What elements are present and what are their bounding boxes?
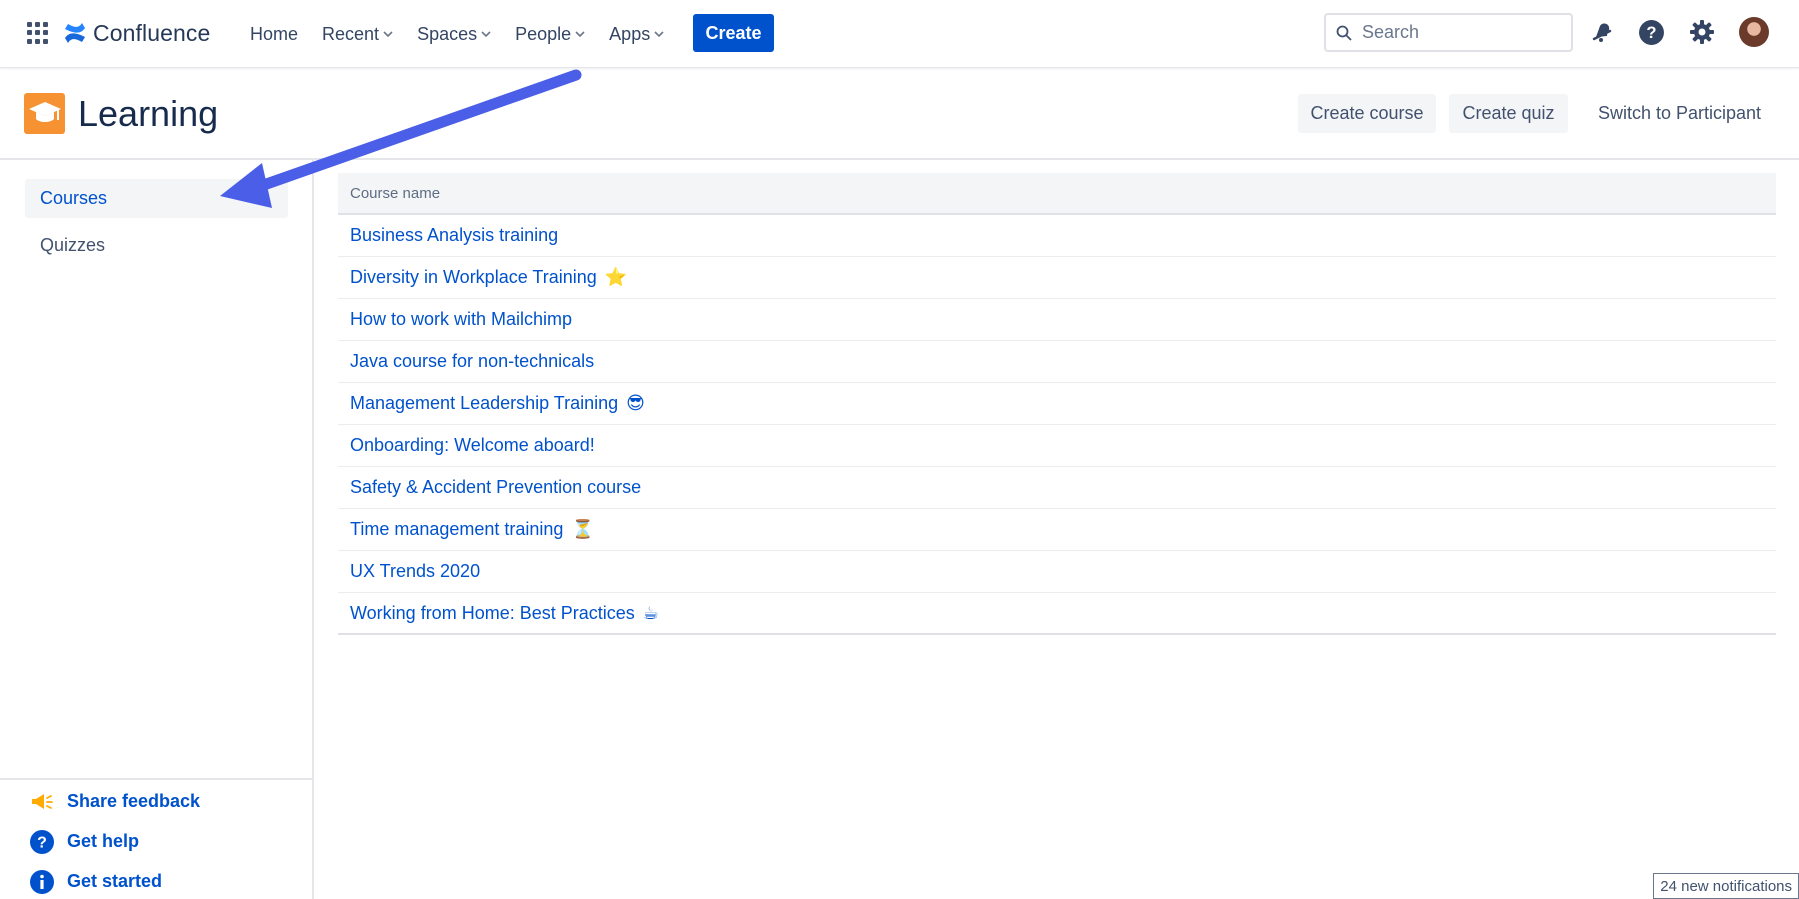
create-course-button[interactable]: Create course <box>1298 94 1436 133</box>
course-link[interactable]: How to work with Mailchimp <box>350 309 572 330</box>
get-help-link[interactable]: ? Get help <box>28 828 139 855</box>
course-name: UX Trends 2020 <box>350 561 481 581</box>
top-navigation: Confluence Home Recent Spaces People App… <box>0 0 1799 68</box>
nav-spaces[interactable]: Spaces <box>405 14 503 54</box>
page-header: Learning Create course Create quiz Switc… <box>0 69 1799 160</box>
table-row: Onboarding: Welcome aboard! <box>338 425 1776 467</box>
app-name: Confluence <box>93 19 211 46</box>
table-row: Working from Home: Best Practices ☕ <box>338 593 1776 635</box>
sunglasses-icon: 😎 <box>626 393 645 414</box>
sidebar-item-courses[interactable]: Courses <box>25 179 288 218</box>
svg-text:?: ? <box>1646 23 1656 42</box>
chevron-down-icon <box>481 31 491 38</box>
help-icon[interactable]: ? <box>1636 17 1666 47</box>
course-name: Management Leadership Training <box>350 393 619 413</box>
search-icon <box>1336 25 1352 41</box>
share-feedback-link[interactable]: Share feedback <box>28 788 200 815</box>
sidebar-footer: Share feedback ? Get help Get started <box>0 778 312 894</box>
table-row: Safety & Accident Prevention course <box>338 467 1776 509</box>
chevron-down-icon <box>383 31 393 38</box>
graduation-cap-icon <box>24 93 65 134</box>
table-row: UX Trends 2020 <box>338 551 1776 593</box>
get-help-label: Get help <box>67 831 140 851</box>
nav-people[interactable]: People <box>503 14 597 54</box>
table-row: Business Analysis training <box>338 215 1776 257</box>
table-row: Management Leadership Training 😎 <box>338 383 1776 425</box>
settings-icon[interactable] <box>1687 17 1717 47</box>
course-name: Working from Home: Best Practices <box>350 602 635 623</box>
app-switcher-icon[interactable] <box>27 22 49 44</box>
column-course-name: Course name <box>350 184 441 202</box>
nav-recent[interactable]: Recent <box>310 14 405 54</box>
course-name: Onboarding: Welcome aboard! <box>350 435 595 455</box>
get-started-label: Get started <box>67 871 163 891</box>
course-link[interactable]: Management Leadership Training 😎 <box>350 393 645 414</box>
courses-table: Course name Business Analysis training D… <box>338 173 1776 635</box>
chevron-down-icon <box>575 31 585 38</box>
megaphone-icon <box>28 788 55 815</box>
coffee-icon: ☕ <box>642 602 659 624</box>
course-link[interactable]: Onboarding: Welcome aboard! <box>350 435 595 456</box>
nav-people-label: People <box>515 23 572 44</box>
create-button[interactable]: Create <box>693 14 774 52</box>
share-feedback-label: Share feedback <box>67 791 201 811</box>
sidebar: Courses Quizzes Share feedback ? Get hel… <box>0 160 314 899</box>
course-link[interactable]: UX Trends 2020 <box>350 561 480 582</box>
help-icon: ? <box>28 828 55 855</box>
table-row: How to work with Mailchimp <box>338 299 1776 341</box>
page-title: Learning <box>78 93 219 134</box>
hourglass-icon: ⏳ <box>571 519 594 540</box>
sidebar-item-quizzes[interactable]: Quizzes <box>25 226 288 265</box>
nav-spaces-label: Spaces <box>417 23 478 44</box>
course-name: Java course for non-technicals <box>350 351 595 371</box>
get-started-link[interactable]: Get started <box>28 868 162 895</box>
course-name: How to work with Mailchimp <box>350 309 573 329</box>
nav-home[interactable]: Home <box>238 14 310 54</box>
table-row: Time management training ⏳ <box>338 509 1776 551</box>
course-name: Time management training <box>350 519 564 539</box>
star-icon: ⭐ <box>604 267 628 288</box>
switch-to-participant-button[interactable]: Switch to Participant <box>1584 94 1775 133</box>
confluence-logo-icon <box>65 23 85 43</box>
course-link[interactable]: Time management training ⏳ <box>350 519 594 540</box>
table-row: Diversity in Workplace Training ⭐ <box>338 257 1776 299</box>
primary-nav: Home Recent Spaces People Apps <box>238 0 676 68</box>
svg-text:?: ? <box>37 834 47 851</box>
nav-apps[interactable]: Apps <box>597 14 676 54</box>
course-name: Safety & Accident Prevention course <box>350 477 642 497</box>
nav-recent-label: Recent <box>322 23 380 44</box>
course-link[interactable]: Safety & Accident Prevention course <box>350 477 641 498</box>
table-header: Course name <box>338 173 1776 215</box>
nav-apps-label: Apps <box>609 23 651 44</box>
course-link[interactable]: Java course for non-technicals <box>350 351 594 372</box>
table-row: Java course for non-technicals <box>338 341 1776 383</box>
search-input[interactable] <box>1362 22 1562 43</box>
course-link[interactable]: Diversity in Workplace Training ⭐ <box>350 267 627 288</box>
search-box <box>1324 13 1573 52</box>
create-quiz-button[interactable]: Create quiz <box>1449 94 1568 133</box>
nav-home-label: Home <box>250 23 299 44</box>
avatar[interactable] <box>1739 17 1769 47</box>
info-icon <box>28 868 55 895</box>
course-link[interactable]: Working from Home: Best Practices ☕ <box>350 603 659 624</box>
course-link[interactable]: Business Analysis training <box>350 225 558 246</box>
chevron-down-icon <box>654 31 664 38</box>
confluence-logo[interactable]: Confluence <box>63 18 210 48</box>
course-name: Business Analysis training <box>350 225 559 245</box>
course-name: Diversity in Workplace Training <box>350 267 597 287</box>
notifications-icon[interactable] <box>1587 17 1617 47</box>
notifications-toast[interactable]: 24 new notifications <box>1653 873 1799 899</box>
